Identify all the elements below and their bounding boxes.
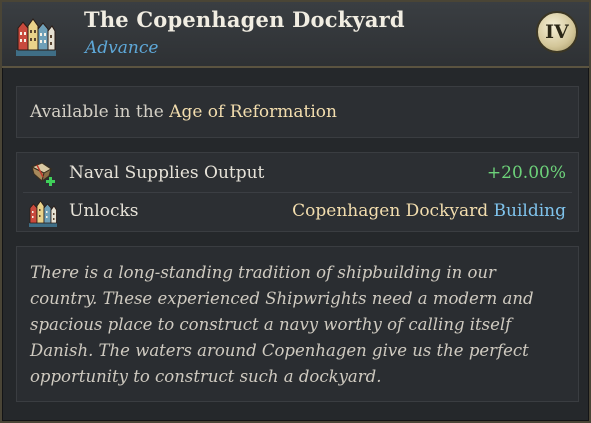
- advance-title: The Copenhagen Dockyard: [84, 7, 405, 32]
- advance-tooltip: The Copenhagen Dockyard Advance IV Avail…: [0, 0, 591, 423]
- effect-label: Unlocks: [69, 201, 139, 221]
- unlock-target: Copenhagen Dockyard Building: [292, 201, 566, 221]
- harbor-buildings-icon: [29, 200, 57, 227]
- availability-text: Available in the Age of Reformation: [30, 102, 337, 122]
- naval-supplies-plus-icon: [30, 162, 55, 186]
- effects-panel: Naval Supplies Output +20.00% Unlocks Co…: [16, 152, 579, 232]
- effect-row-naval-supplies: Naval Supplies Output +20.00%: [17, 156, 578, 192]
- age-name-link[interactable]: Age of Reformation: [169, 102, 337, 122]
- age-numeral-badge: IV: [536, 11, 578, 53]
- flavor-text: There is a long-standing tradition of sh…: [30, 263, 534, 386]
- effect-row-unlocks: Unlocks Copenhagen Dockyard Building: [17, 194, 578, 230]
- advance-type-label: Advance: [85, 38, 159, 58]
- harbor-buildings-icon: [16, 18, 56, 56]
- tooltip-header: The Copenhagen Dockyard Advance IV: [2, 2, 589, 68]
- building-type-link[interactable]: Building: [494, 201, 566, 221]
- description-panel: There is a long-standing tradition of sh…: [16, 246, 579, 402]
- row-divider: [23, 192, 572, 193]
- building-name-link[interactable]: Copenhagen Dockyard: [292, 201, 488, 221]
- availability-panel: Available in the Age of Reformation: [16, 86, 579, 138]
- effect-value: +20.00%: [486, 163, 566, 183]
- effect-label: Naval Supplies Output: [69, 163, 265, 183]
- availability-prefix: Available in the: [30, 102, 164, 122]
